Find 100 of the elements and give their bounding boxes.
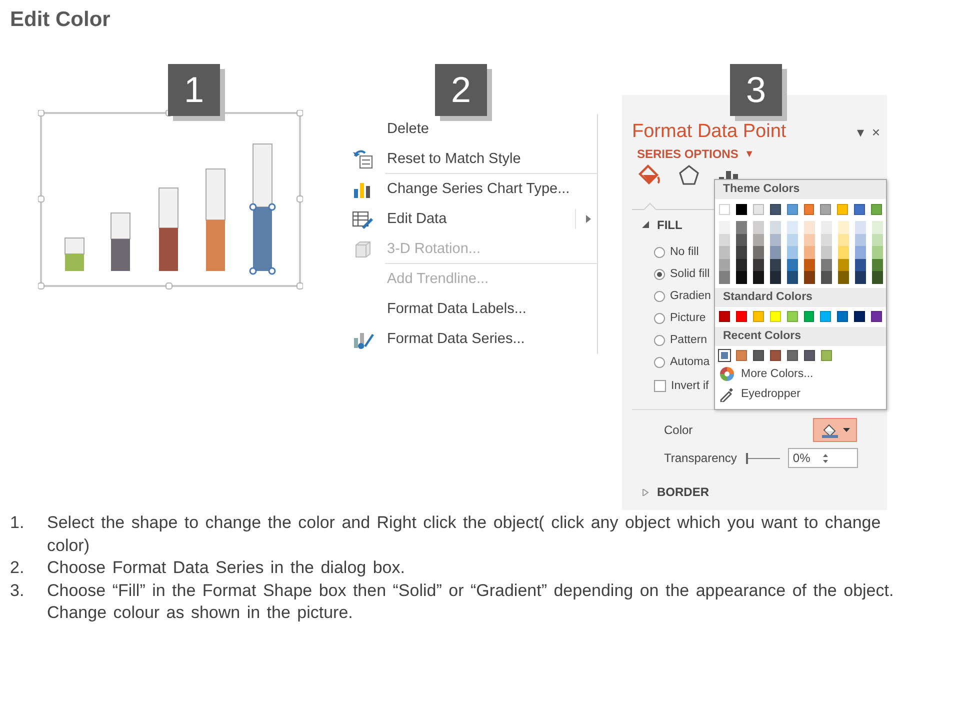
close-button[interactable]: × [870, 124, 881, 140]
color-swatch[interactable] [804, 310, 814, 322]
color-swatch[interactable] [838, 246, 849, 259]
color-swatch[interactable] [770, 246, 781, 259]
checkbox[interactable] [654, 380, 666, 392]
color-swatch[interactable] [855, 246, 866, 259]
color-swatch[interactable] [736, 310, 747, 322]
menu-item[interactable]: Change Series Chart Type... [387, 181, 570, 197]
caret-icon[interactable]: ▼ [744, 148, 754, 160]
menu-item[interactable]: Edit Data [387, 211, 447, 227]
color-swatch[interactable] [752, 204, 764, 215]
color-swatch[interactable] [821, 258, 832, 272]
color-swatch[interactable] [871, 310, 882, 322]
menu-item[interactable]: Format Data Labels... [387, 301, 526, 317]
radio-button[interactable] [654, 312, 665, 324]
color-swatch[interactable] [821, 234, 832, 246]
color-swatch[interactable] [770, 271, 781, 284]
color-swatch[interactable] [821, 350, 832, 361]
slider-thumb[interactable] [746, 452, 748, 464]
menu-item[interactable]: More Colors... [741, 368, 814, 380]
color-swatch[interactable] [753, 221, 764, 234]
color-swatch[interactable] [804, 204, 814, 215]
color-swatch[interactable] [753, 246, 764, 259]
color-swatch[interactable] [736, 234, 747, 246]
menu-item[interactable]: Format Data Series... [387, 331, 525, 347]
radio-button[interactable] [654, 356, 665, 368]
color-swatch[interactable] [736, 271, 747, 284]
color-swatch[interactable] [719, 271, 730, 284]
color-swatch[interactable] [855, 258, 866, 272]
color-swatch[interactable] [719, 258, 730, 272]
color-swatch[interactable] [770, 258, 781, 272]
spin-field[interactable]: 0% [788, 448, 858, 468]
color-swatch[interactable] [753, 234, 764, 246]
color-swatch[interactable] [838, 258, 849, 272]
color-swatch[interactable] [736, 350, 747, 361]
radio-button[interactable] [654, 268, 665, 280]
color-swatch[interactable] [855, 234, 866, 246]
color-swatch[interactable] [820, 310, 832, 322]
color-swatch[interactable] [787, 221, 798, 234]
radio-button[interactable] [654, 290, 665, 302]
color-swatch[interactable] [736, 221, 747, 234]
color-swatch[interactable] [736, 204, 747, 215]
color-swatch[interactable] [872, 271, 883, 284]
color-swatch[interactable] [872, 258, 883, 272]
color-swatch[interactable] [821, 271, 832, 284]
chart-bar[interactable] [158, 188, 178, 271]
color-swatch[interactable] [770, 234, 781, 246]
color-swatch[interactable] [787, 258, 798, 272]
color-swatch[interactable] [770, 204, 781, 215]
color-swatch[interactable] [787, 350, 798, 361]
color-swatch[interactable] [770, 350, 781, 361]
color-swatch[interactable] [820, 204, 832, 215]
color-swatch[interactable] [736, 246, 747, 259]
color-swatch[interactable] [719, 221, 730, 234]
color-swatch[interactable] [786, 310, 798, 322]
color-swatch[interactable] [854, 310, 866, 322]
color-swatch[interactable] [854, 204, 866, 215]
color-swatch[interactable] [804, 221, 815, 234]
section-heading[interactable]: BORDER [657, 485, 710, 499]
fill-color-button[interactable] [813, 418, 857, 442]
pane-options-button[interactable]: ▾ [856, 124, 865, 140]
color-swatch[interactable] [804, 258, 815, 272]
color-swatch[interactable] [804, 246, 815, 259]
color-swatch[interactable] [719, 246, 730, 259]
color-swatch[interactable] [753, 271, 764, 284]
color-swatch[interactable] [821, 246, 832, 259]
section-heading[interactable]: FILL [657, 218, 682, 232]
color-swatch[interactable] [770, 310, 781, 322]
color-swatch[interactable] [855, 271, 866, 284]
color-swatch[interactable] [804, 271, 815, 284]
color-swatch[interactable] [719, 234, 730, 246]
color-swatch[interactable] [753, 258, 764, 272]
color-swatch[interactable] [719, 204, 730, 215]
color-swatch[interactable] [838, 221, 849, 234]
color-swatch[interactable] [752, 310, 764, 322]
color-swatch[interactable] [787, 234, 798, 246]
section-dropdown[interactable]: SERIES OPTIONS [637, 147, 738, 161]
color-swatch[interactable] [719, 310, 730, 322]
color-swatch[interactable] [871, 204, 882, 215]
color-swatch[interactable] [837, 310, 848, 322]
color-swatch[interactable] [786, 204, 798, 215]
color-swatch[interactable] [753, 350, 764, 361]
color-swatch[interactable] [804, 350, 815, 361]
color-swatch[interactable] [838, 271, 849, 284]
chart-bar[interactable] [64, 238, 84, 271]
color-swatch[interactable] [872, 221, 883, 234]
chart-bar[interactable] [110, 212, 130, 271]
color-swatch[interactable] [804, 234, 815, 246]
chart-bar[interactable] [206, 168, 226, 271]
color-swatch[interactable] [855, 221, 866, 234]
menu-item[interactable]: Eyedropper [741, 388, 800, 400]
color-swatch[interactable] [787, 271, 798, 284]
radio-button[interactable] [654, 246, 665, 258]
color-swatch[interactable] [872, 246, 883, 259]
chart-bar[interactable] [249, 144, 276, 275]
color-swatch[interactable] [837, 204, 848, 215]
menu-item[interactable]: Reset to Match Style [387, 151, 521, 167]
radio-button[interactable] [654, 334, 665, 346]
color-swatch[interactable] [872, 234, 883, 246]
color-swatch[interactable] [787, 246, 798, 259]
